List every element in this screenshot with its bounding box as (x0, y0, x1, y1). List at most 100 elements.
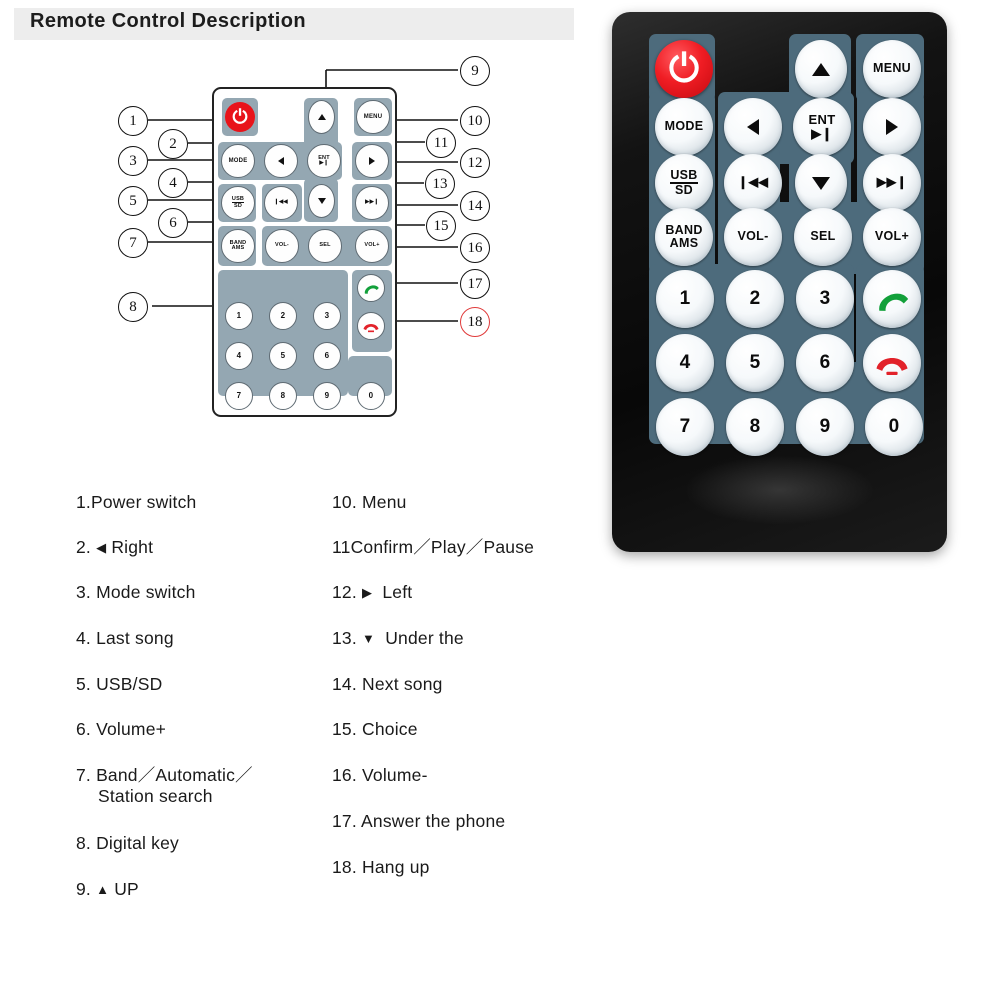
photo-key-digit-9[interactable]: 9 (796, 398, 854, 456)
photo-key-digit-7[interactable]: 7 (656, 398, 714, 456)
diagram-key-right[interactable] (355, 144, 389, 178)
callout-18[interactable]: 18 (460, 307, 490, 337)
callout-7[interactable]: 7 (118, 228, 148, 258)
diagram-key-sel[interactable]: SEL (308, 229, 342, 263)
diagram-key-digit-1[interactable]: 1 (225, 302, 253, 330)
diagram-key-digit-8[interactable]: 8 (269, 382, 297, 410)
diagram-key-mode[interactable]: MODE (221, 144, 255, 178)
callout-13[interactable]: 13 (425, 169, 455, 199)
callout-12[interactable]: 12 (460, 148, 490, 178)
diagram-key-left[interactable] (264, 144, 298, 178)
callout-5[interactable]: 5 (118, 186, 148, 216)
diagram-key-power[interactable]: ⏻ (225, 102, 255, 132)
photo-key-prev-track[interactable]: ❙◀◀ (724, 154, 782, 212)
callout-3[interactable]: 3 (118, 146, 148, 176)
photo-key-hang-up[interactable] (863, 334, 921, 392)
legend-number: 7. (76, 765, 91, 785)
diagram-key-digit-7[interactable]: 7 (225, 382, 253, 410)
photo-key-right[interactable] (863, 98, 921, 156)
diagram-key-down[interactable] (308, 184, 335, 218)
photo-key-digit-0[interactable]: 0 (865, 398, 923, 456)
legend-item-18: 18. Hang up (332, 857, 430, 878)
diagram-key-hang-up[interactable] (357, 312, 385, 340)
diagram-digit-label: 8 (280, 391, 286, 400)
callout-10[interactable]: 10 (460, 106, 490, 136)
diagram-key-ent[interactable]: ENT ▶❙ (307, 144, 341, 178)
diagram-key-digit-0[interactable]: 0 (357, 382, 385, 410)
diagram-key-digit-4[interactable]: 4 (225, 342, 253, 370)
diagram-key-digit-6[interactable]: 6 (313, 342, 341, 370)
photo-key-answer-call[interactable] (863, 270, 921, 328)
photo-key-digit-6[interactable]: 6 (796, 334, 854, 392)
diagram-key-answer-call[interactable] (357, 274, 385, 302)
callout-4[interactable]: 4 (158, 168, 188, 198)
diagram-digit-label: 4 (236, 351, 242, 360)
diagram-key-digit-5[interactable]: 5 (269, 342, 297, 370)
photo-key-usb-sd[interactable]: USB SD (655, 154, 713, 212)
next-track-icon: ▶▶❙ (365, 199, 379, 206)
legend-number: 5. (76, 674, 91, 694)
photo-key-down[interactable] (795, 154, 847, 212)
diagram-key-next-track[interactable]: ▶▶❙ (355, 186, 389, 220)
right-arrow-icon (886, 119, 898, 135)
photo-key-digit-5[interactable]: 5 (726, 334, 784, 392)
diagram-key-up[interactable] (308, 100, 335, 134)
remote-diagram-panel: ⏻ MENU MODE ENT ▶❙ USB SD ❙◀◀ ▶▶❙ BAND A… (0, 40, 575, 440)
diagram-digit-label: 0 (368, 391, 374, 400)
photo-key-menu[interactable]: MENU (863, 40, 921, 98)
diagram-key-usb-sd[interactable]: USB SD (221, 186, 255, 220)
diagram-digit-label: 7 (236, 391, 242, 400)
photo-key-up[interactable] (795, 40, 847, 98)
legend-number: 17. (332, 811, 357, 831)
photo-key-vol-up[interactable]: VOL+ (863, 208, 921, 266)
legend-text: Next song (362, 674, 443, 694)
legend-item-15: 15. Choice (332, 719, 418, 740)
callout-14[interactable]: 14 (460, 191, 490, 221)
legend-text: Under the (385, 628, 464, 648)
photo-key-digit-3[interactable]: 3 (796, 270, 854, 328)
legend-item-11: 11Confirm／Play／Pause (332, 537, 534, 558)
callout-11[interactable]: 11 (426, 128, 456, 158)
diagram-key-band-ams[interactable]: BAND AMS (221, 229, 255, 263)
photo-key-ent[interactable]: ENT ▶❙ (793, 98, 851, 156)
photo-key-band-ams[interactable]: BAND AMS (655, 208, 713, 266)
photo-key-digit-2[interactable]: 2 (726, 270, 784, 328)
diagram-key-menu[interactable]: MENU (356, 100, 390, 134)
photo-key-mode[interactable]: MODE (655, 98, 713, 156)
diagram-key-digit-9[interactable]: 9 (313, 382, 341, 410)
callout-17[interactable]: 17 (460, 269, 490, 299)
photo-key-sel-label: SEL (810, 229, 836, 244)
diagram-digit-label: 1 (236, 311, 242, 320)
legend-item-7: 7. Band／Automatic／ Station search (76, 765, 253, 808)
legend-text-continued: Station search (98, 786, 213, 807)
diagram-key-digit-3[interactable]: 3 (313, 302, 341, 330)
callout-6[interactable]: 6 (158, 208, 188, 238)
diagram-key-vol-down[interactable]: VOL- (265, 229, 299, 263)
legend-text: Choice (362, 719, 418, 739)
up-arrow-icon (317, 114, 326, 120)
photo-digit-label: 6 (819, 352, 831, 374)
callout-2[interactable]: 2 (158, 129, 188, 159)
photo-key-vol-down[interactable]: VOL- (724, 208, 782, 266)
photo-key-left[interactable] (724, 98, 782, 156)
callout-16[interactable]: 16 (460, 233, 490, 263)
legend-text: USB/SD (96, 674, 163, 694)
diagram-key-vol-up[interactable]: VOL+ (355, 229, 389, 263)
photo-key-digit-4[interactable]: 4 (656, 334, 714, 392)
legend-number: 9. (76, 879, 91, 899)
legend-text: Volume+ (96, 719, 167, 739)
callout-15[interactable]: 15 (426, 211, 456, 241)
photo-key-usb-label-2: SD (675, 183, 693, 197)
photo-key-digit-1[interactable]: 1 (656, 270, 714, 328)
diagram-key-prev-track[interactable]: ❙◀◀ (264, 186, 298, 220)
photo-key-next-track[interactable]: ▶▶❙ (863, 154, 921, 212)
legend-item-14: 14. Next song (332, 674, 443, 695)
callout-8[interactable]: 8 (118, 292, 148, 322)
photo-key-digit-8[interactable]: 8 (726, 398, 784, 456)
callout-9[interactable]: 9 (460, 56, 490, 86)
callout-1[interactable]: 1 (118, 106, 148, 136)
photo-key-sel[interactable]: SEL (794, 208, 852, 266)
photo-key-power[interactable]: ⏻ (655, 40, 713, 98)
diagram-key-digit-2[interactable]: 2 (269, 302, 297, 330)
left-arrow-icon: ◀ (96, 540, 107, 555)
